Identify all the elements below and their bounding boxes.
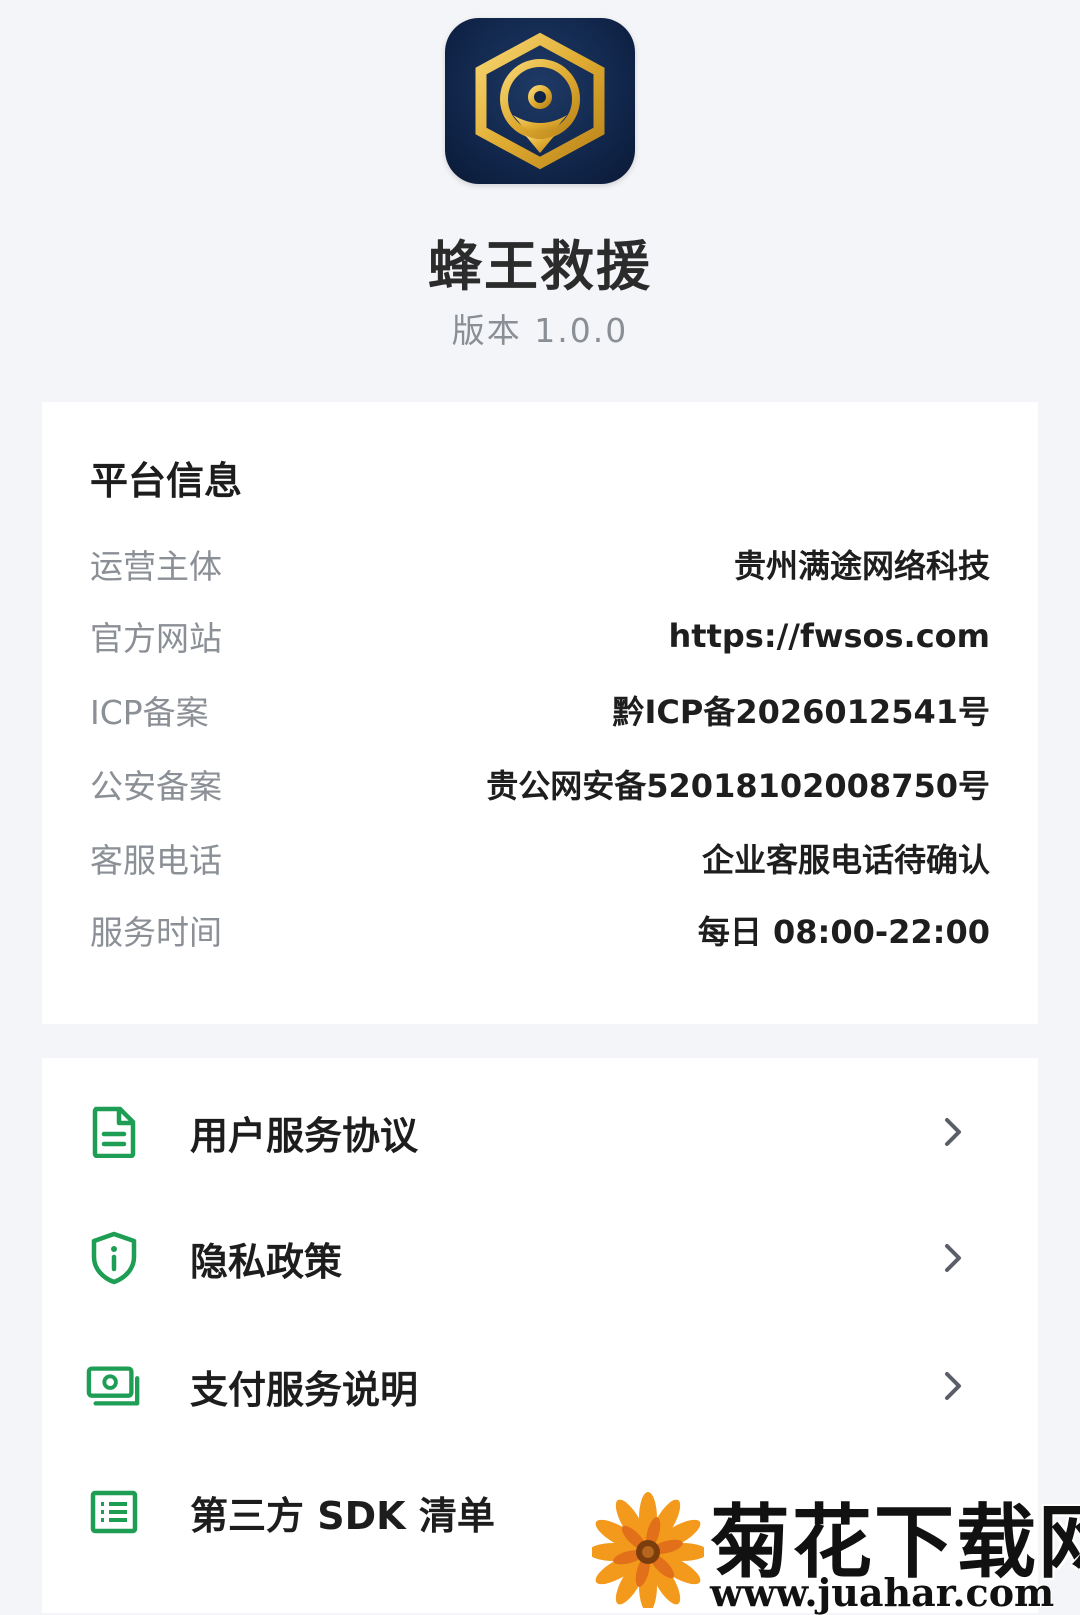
banknote-icon bbox=[86, 1358, 142, 1414]
info-label: 客服电话 bbox=[90, 841, 222, 880]
flower-icon bbox=[588, 1488, 708, 1612]
menu-item-label: 支付服务说明 bbox=[190, 1367, 419, 1412]
chevron-right-icon bbox=[938, 1238, 968, 1278]
chevron-right-icon bbox=[938, 1366, 968, 1406]
info-label: 官方网站 bbox=[90, 619, 222, 658]
platform-info-card: 平台信息 运营主体 贵州满途网络科技 官方网站 https://fwsos.co… bbox=[42, 402, 1038, 1024]
info-label: 公安备案 bbox=[90, 767, 222, 806]
menu-item-label: 隐私政策 bbox=[190, 1239, 343, 1284]
section-title: 平台信息 bbox=[90, 459, 243, 503]
info-row-website: 官方网站 https://fwsos.com bbox=[90, 614, 990, 658]
menu-item-label: 第三方 SDK 清单 bbox=[190, 1493, 495, 1538]
list-icon bbox=[86, 1484, 142, 1540]
watermark-url: www.juahar.com bbox=[710, 1570, 1055, 1615]
info-value: 企业客服电话待确认 bbox=[701, 841, 990, 879]
info-value: 黔ICP备2026012541号 bbox=[612, 693, 990, 731]
info-value: 每日 08:00-22:00 bbox=[697, 913, 990, 951]
info-row-police-record: 公安备案 贵公网安备52018102008750号 bbox=[90, 762, 990, 806]
app-logo-icon bbox=[445, 18, 635, 184]
chevron-right-icon bbox=[938, 1112, 968, 1152]
info-row-icp: ICP备案 黔ICP备2026012541号 bbox=[90, 688, 990, 732]
info-label: 运营主体 bbox=[90, 547, 222, 586]
app-version: 版本 1.0.0 bbox=[451, 311, 629, 350]
menu-item-label: 用户服务协议 bbox=[190, 1113, 419, 1158]
menu-item-payment-service[interactable]: 支付服务说明 bbox=[42, 1326, 1038, 1446]
website-link[interactable]: https://fwsos.com bbox=[668, 617, 990, 655]
info-row-service-hours: 服务时间 每日 08:00-22:00 bbox=[90, 908, 990, 952]
info-row-phone: 客服电话 企业客服电话待确认 bbox=[90, 836, 990, 880]
watermark: 菊花下载网 www.juahar.com bbox=[588, 1478, 1080, 1615]
app-name: 蜂王救援 bbox=[428, 235, 652, 298]
menu-item-privacy-policy[interactable]: 隐私政策 bbox=[42, 1198, 1038, 1318]
info-value: 贵公网安备52018102008750号 bbox=[486, 767, 990, 805]
info-label: 服务时间 bbox=[90, 913, 222, 952]
document-icon bbox=[86, 1104, 142, 1160]
info-value: 贵州满途网络科技 bbox=[733, 547, 990, 585]
menu-item-user-agreement[interactable]: 用户服务协议 bbox=[42, 1072, 1038, 1192]
info-label: ICP备案 bbox=[90, 693, 209, 732]
shield-info-icon bbox=[86, 1230, 142, 1286]
info-row-operator: 运营主体 贵州满途网络科技 bbox=[90, 542, 990, 586]
